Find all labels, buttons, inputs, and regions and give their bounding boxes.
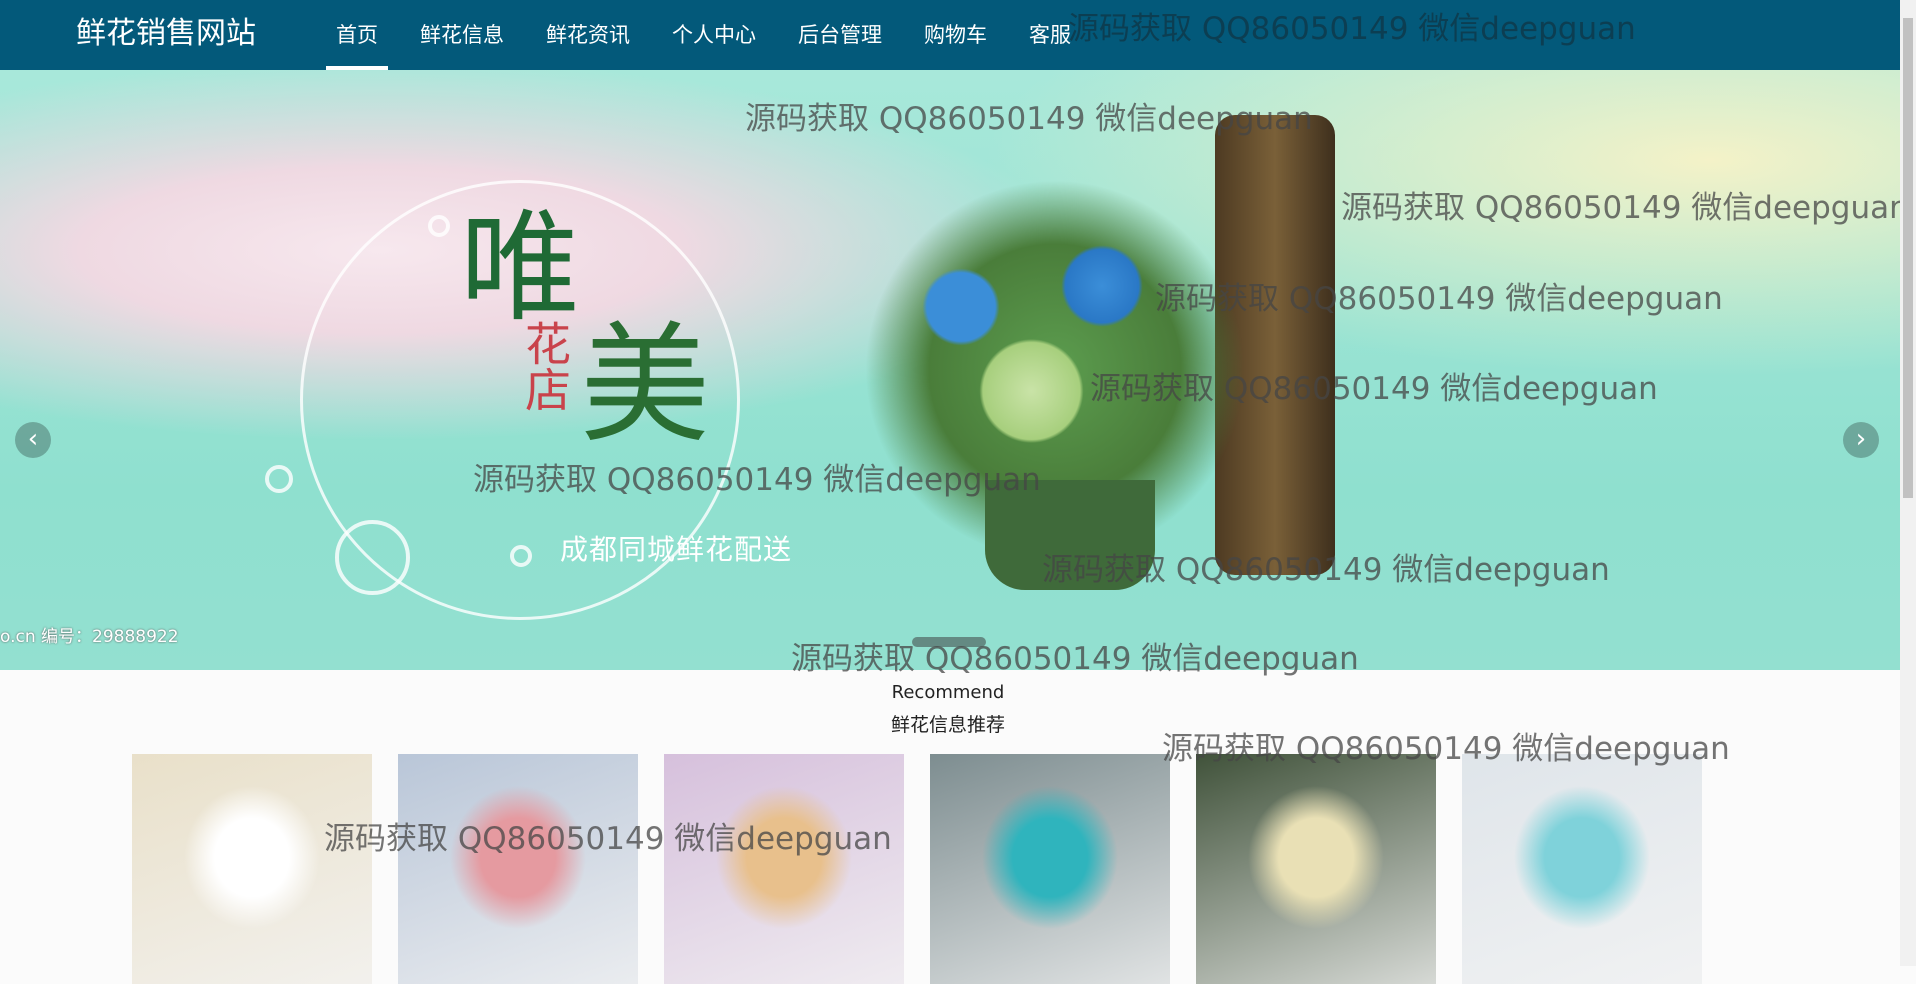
decor-circle: [335, 520, 410, 595]
top-nav: 鲜花销售网站 首页 鲜花信息 鲜花资讯 个人中心 后台管理 购物车 客服: [0, 0, 1900, 70]
chevron-left-icon: ‹: [27, 424, 39, 454]
nav-personal-center[interactable]: 个人中心: [662, 0, 766, 70]
flower-card[interactable]: [930, 754, 1170, 984]
carousel-banner[interactable]: 唯 花店 美 成都同城鲜花配送 o.cn 编号：29888922 ‹ ›: [0, 70, 1900, 670]
carousel-indicator[interactable]: [912, 637, 986, 647]
flower-card[interactable]: [398, 754, 638, 984]
chevron-right-icon: ›: [1855, 424, 1867, 454]
flower-card[interactable]: [1462, 754, 1702, 984]
banner-title-2: 美: [580, 309, 711, 461]
decor-circle: [428, 215, 450, 237]
banner-code-text: o.cn 编号：29888922: [0, 627, 179, 647]
carousel-prev-button[interactable]: ‹: [15, 422, 51, 458]
banner-pot-image: [985, 480, 1155, 590]
nav-admin[interactable]: 后台管理: [788, 0, 892, 70]
scrollbar-thumb[interactable]: [1903, 18, 1913, 498]
recommend-title-en: Recommend: [891, 682, 1005, 703]
banner-title-small: 花店: [518, 320, 572, 412]
nav-service[interactable]: 客服: [1019, 0, 1081, 70]
main-menu: 首页 鲜花信息 鲜花资讯 个人中心 后台管理 购物车 客服: [326, 0, 1103, 70]
flower-card[interactable]: [664, 754, 904, 984]
nav-flower-info[interactable]: 鲜花信息: [410, 0, 514, 70]
decor-circle: [265, 465, 293, 493]
nav-home[interactable]: 首页: [326, 0, 388, 70]
flower-card[interactable]: [132, 754, 372, 984]
nav-cart[interactable]: 购物车: [914, 0, 997, 70]
flower-card[interactable]: [1196, 754, 1436, 984]
banner-slogan: 成都同城鲜花配送: [560, 533, 793, 566]
nav-flower-news[interactable]: 鲜花资讯: [536, 0, 640, 70]
site-logo[interactable]: 鲜花销售网站: [76, 14, 256, 54]
decor-circle: [510, 545, 532, 567]
recommend-cards: [132, 754, 1702, 984]
recommend-title-cn: 鲜花信息推荐: [890, 714, 1005, 736]
banner-title-1: 唯: [460, 199, 580, 338]
carousel-next-button[interactable]: ›: [1843, 422, 1879, 458]
